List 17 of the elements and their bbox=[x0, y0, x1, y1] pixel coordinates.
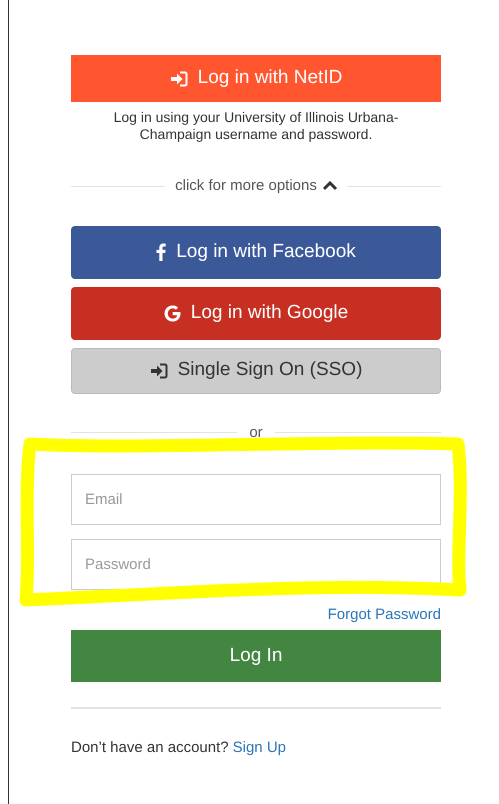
facebook-icon bbox=[156, 243, 166, 261]
password-field[interactable]: Password bbox=[71, 539, 441, 590]
sign-in-icon bbox=[170, 70, 188, 86]
signup-link[interactable]: Sign Up bbox=[232, 737, 286, 760]
login-button[interactable]: Log In bbox=[71, 630, 441, 682]
email-field[interactable]: Email bbox=[71, 474, 441, 525]
signup-prompt: Don’t have an account? bbox=[71, 738, 229, 758]
sign-in-icon bbox=[150, 362, 168, 378]
netid-description: Log in using your University of Illinois Urbana-Champaign username and password. bbox=[112, 109, 400, 143]
separator-text: or bbox=[249, 422, 263, 442]
netid-button[interactable]: Log in with NetID bbox=[71, 55, 441, 102]
sso-button[interactable]: Single Sign On (SSO) bbox=[71, 348, 441, 394]
google-icon bbox=[164, 304, 181, 322]
forgot-password-link[interactable]: Forgot Password bbox=[328, 606, 441, 624]
google-button[interactable]: Log in with Google bbox=[71, 286, 441, 340]
more-options-toggle[interactable]: click for more options bbox=[175, 175, 337, 198]
facebook-button[interactable]: Log in with Facebook bbox=[71, 226, 441, 278]
